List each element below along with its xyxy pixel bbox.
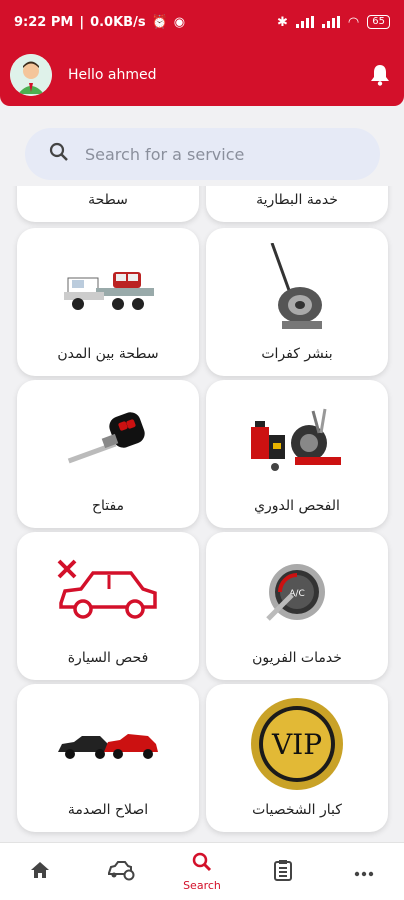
search-bar[interactable]	[25, 128, 380, 180]
wifi-icon: ◠	[347, 14, 360, 30]
orders-icon	[273, 859, 292, 885]
service-label: خدمات الفريون	[252, 650, 342, 666]
vip-badge-icon: VIP	[206, 698, 388, 790]
search-icon	[49, 142, 69, 166]
car-key-icon	[17, 394, 199, 486]
search-icon	[192, 852, 212, 876]
service-card-collision[interactable]: اصلاح الصدمة	[17, 684, 199, 832]
service-label: سطحة	[88, 192, 128, 208]
service-card-tow[interactable]: سطحة	[17, 186, 199, 222]
service-label: اصلاح الصدمة	[67, 802, 149, 818]
bottom-navigation: Search	[0, 842, 404, 900]
greeting-text: Hello ahmed	[68, 67, 157, 83]
service-card-battery[interactable]: خدمة البطارية	[206, 186, 388, 222]
service-label: خدمة البطارية	[256, 192, 338, 208]
nav-search-label: Search	[183, 878, 221, 892]
home-icon	[30, 860, 50, 884]
service-card-freon[interactable]: A/C خدمات الفريون	[206, 532, 388, 680]
search-input[interactable]	[85, 144, 345, 164]
flatbed-truck-icon	[17, 242, 199, 334]
tire-changer-icon	[206, 242, 388, 334]
nav-search[interactable]: Search	[167, 843, 237, 900]
service-label: الفحص الدوري	[254, 498, 340, 514]
service-card-intercity-tow[interactable]: سطحة بين المدن	[17, 228, 199, 376]
nav-more[interactable]	[329, 843, 399, 900]
service-label: مفتاح	[91, 498, 125, 514]
status-bar: 9:22 PM | 0.0KB/s ⏰ ◉ ✱ ◠ 65	[0, 0, 404, 44]
bluetooth-icon: ✱	[277, 14, 288, 30]
service-label: كبار الشخصيات	[252, 802, 342, 818]
service-label: فحص السيارة	[67, 650, 149, 666]
app-header: Hello ahmed	[0, 44, 404, 106]
service-label: بنشر كفرات	[261, 346, 333, 362]
maintenance-tools-icon	[206, 394, 388, 486]
services-grid: سطحة خدمة البطارية سطحة بين المدن بنشر ك…	[0, 186, 404, 842]
more-icon	[354, 862, 374, 881]
status-time: 9:22 PM	[14, 14, 74, 30]
service-card-vip[interactable]: VIP كبار الشخصيات	[206, 684, 388, 832]
notification-bell-icon[interactable]	[366, 61, 394, 89]
nav-orders[interactable]	[248, 843, 318, 900]
whatsapp-icon: ◉	[173, 14, 186, 30]
service-label: سطحة بين المدن	[57, 346, 159, 362]
network-speed: 0.0KB/s	[90, 14, 146, 30]
service-card-car-inspection[interactable]: فحص السيارة	[17, 532, 199, 680]
battery-icon: 65	[367, 15, 390, 29]
svg-text:VIP: VIP	[271, 728, 322, 761]
service-card-key[interactable]: مفتاح	[17, 380, 199, 528]
alarm-icon: ⏰	[151, 14, 168, 30]
service-card-tire[interactable]: بنشر كفرات	[206, 228, 388, 376]
ac-gauge-icon: A/C	[206, 546, 388, 638]
signal-icon	[295, 16, 314, 28]
nav-home[interactable]	[5, 843, 75, 900]
service-card-periodic[interactable]: الفحص الدوري	[206, 380, 388, 528]
nav-services[interactable]	[86, 843, 156, 900]
avatar[interactable]	[10, 54, 52, 96]
car-settings-icon	[107, 859, 135, 885]
signal-icon-2	[321, 16, 340, 28]
car-inspection-icon	[17, 546, 199, 638]
crashed-cars-icon	[17, 698, 199, 790]
